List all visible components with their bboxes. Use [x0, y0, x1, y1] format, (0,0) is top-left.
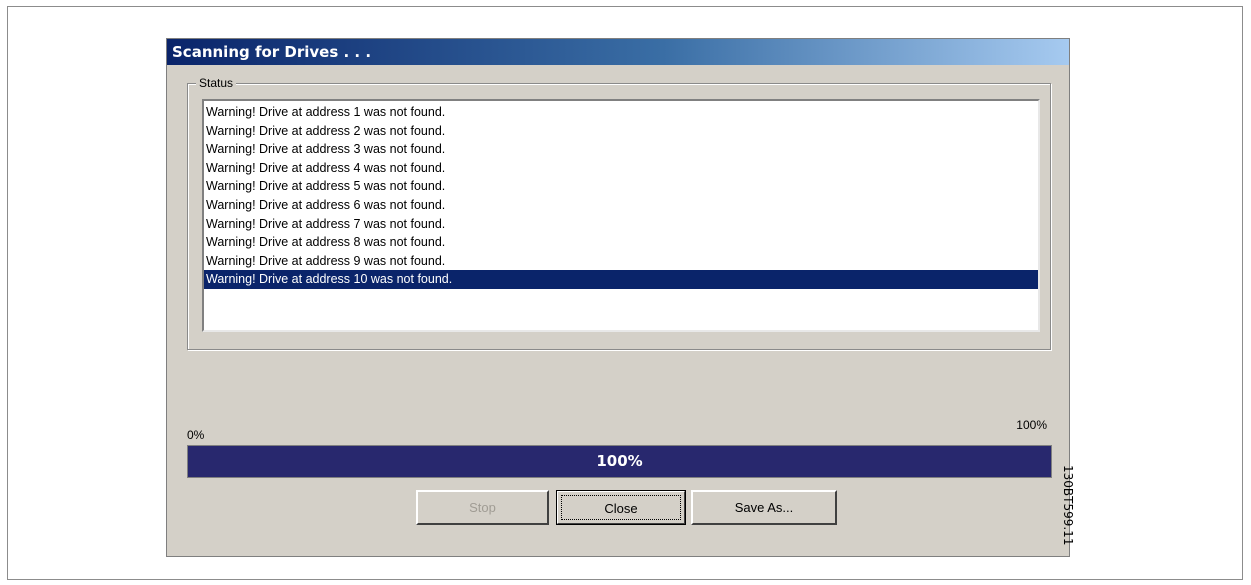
- status-list-item[interactable]: Warning! Drive at address 4 was not foun…: [204, 159, 1038, 178]
- dialog-title: Scanning for Drives . . .: [167, 39, 1069, 65]
- close-button-label: Close: [561, 495, 681, 520]
- status-list-item[interactable]: Warning! Drive at address 2 was not foun…: [204, 122, 1038, 141]
- stop-button[interactable]: Stop: [416, 490, 549, 525]
- status-list-item[interactable]: Warning! Drive at address 10 was not fou…: [204, 270, 1038, 289]
- status-listbox[interactable]: Warning! Drive at address 1 was not foun…: [202, 99, 1040, 332]
- status-list-item[interactable]: Warning! Drive at address 8 was not foun…: [204, 233, 1038, 252]
- close-button[interactable]: Close: [556, 490, 686, 525]
- progress-bar: 100%: [187, 445, 1052, 478]
- status-list-item[interactable]: Warning! Drive at address 6 was not foun…: [204, 196, 1038, 215]
- progress-max-label: 100%: [1016, 418, 1047, 432]
- status-list-item[interactable]: Warning! Drive at address 9 was not foun…: [204, 252, 1038, 271]
- status-list-item[interactable]: Warning! Drive at address 5 was not foun…: [204, 177, 1038, 196]
- save-as-button[interactable]: Save As...: [691, 490, 837, 525]
- status-list-item[interactable]: Warning! Drive at address 3 was not foun…: [204, 140, 1038, 159]
- scan-dialog: Scanning for Drives . . . Status Warning…: [166, 38, 1070, 557]
- status-list-item[interactable]: Warning! Drive at address 1 was not foun…: [204, 103, 1038, 122]
- figure-code-label: 130BT599.11: [1061, 465, 1075, 546]
- status-list-item[interactable]: Warning! Drive at address 7 was not foun…: [204, 215, 1038, 234]
- status-group-label: Status: [196, 75, 237, 91]
- progress-min-label: 0%: [187, 428, 205, 442]
- progress-value-label: 100%: [596, 452, 643, 470]
